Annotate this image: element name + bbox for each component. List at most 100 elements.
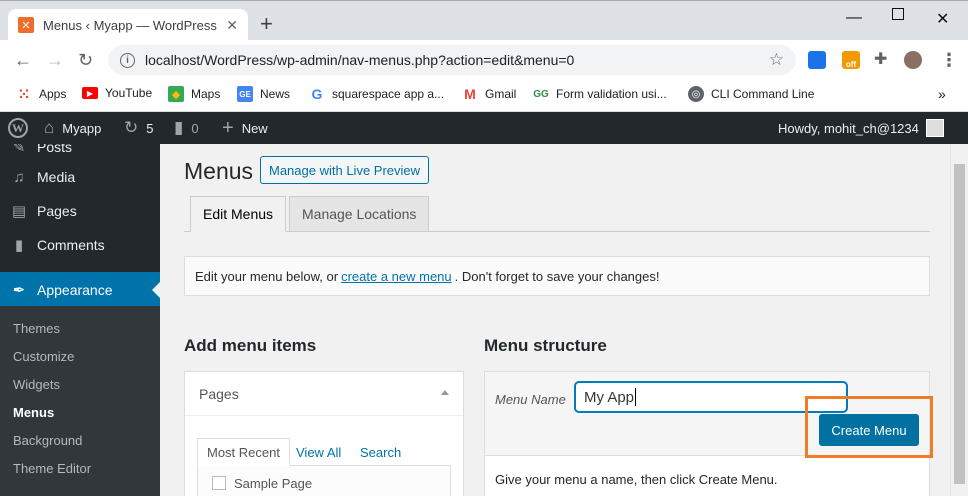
tab-close-icon[interactable]: ✕ (226, 17, 238, 34)
tab-title: Menus ‹ Myapp — WordPress (43, 17, 217, 33)
pages-accordion: Pages Most Recent View All Search Sample… (184, 371, 464, 496)
bookmark-gmail[interactable]: M Gmail (462, 86, 516, 102)
subtab-most-recent[interactable]: Most Recent (197, 438, 290, 466)
chrome-menu-icon[interactable]: ⋮ (940, 50, 958, 70)
comment-bubble-icon: ▮ (174, 118, 184, 137)
new-content-link[interactable]: + New (222, 112, 268, 144)
bookmark-star-icon[interactable]: ☆ (769, 50, 784, 70)
browser-tab-bar: ✕ Menus ‹ Myapp — WordPress ✕ + — ✕ (0, 0, 968, 41)
bookmark-label: Gmail (485, 87, 517, 101)
wp-logo-icon[interactable]: W (8, 112, 28, 144)
subtab-view-all[interactable]: View All (287, 438, 350, 466)
bookmark-label: CLI Command Line (711, 87, 815, 101)
sidebar-item-label: Pages (37, 203, 77, 219)
maximize-icon[interactable] (892, 8, 904, 20)
browser-toolbar: ← → ↻ i localhost/WordPress/wp-admin/nav… (0, 40, 968, 80)
my-account-link[interactable]: Howdy, mohit_ch@1234 (778, 112, 944, 144)
page-item-label: Sample Page (234, 476, 313, 491)
gmail-icon: M (464, 86, 476, 102)
apps-grid-icon: ⁙ (18, 85, 30, 102)
sidebar-item-label: Media (37, 169, 76, 185)
bookmark-label: squarespace app a... (332, 87, 445, 101)
pages-icon: ▤ (11, 203, 27, 220)
back-icon[interactable]: ← (14, 50, 32, 70)
collapse-arrow-icon (441, 390, 449, 395)
subtab-search[interactable]: Search (351, 438, 410, 466)
updates-link[interactable]: ↻ 5 (124, 112, 153, 144)
pages-list: Sample Page (197, 466, 451, 496)
reload-icon[interactable]: ↻ (78, 50, 93, 70)
menu-edit-panel: Menu Name My App Create Menu Give your m… (484, 371, 933, 496)
address-bar[interactable]: i localhost/WordPress/wp-admin/nav-menus… (108, 45, 796, 75)
submenu-widgets[interactable]: Widgets (13, 377, 60, 392)
submenu-menus[interactable]: Menus (13, 405, 54, 420)
pages-subtabs: Most Recent View All Search (197, 438, 451, 466)
more-bookmarks-icon[interactable]: » (938, 86, 946, 102)
add-menu-items-heading: Add menu items (184, 336, 317, 355)
tab-manage-locations[interactable]: Manage Locations (289, 196, 430, 232)
bookmark-form-validation[interactable]: GG Form validation usi... (533, 86, 667, 102)
profile-avatar[interactable] (904, 51, 922, 69)
bookmark-maps[interactable]: ◆ Maps (168, 86, 220, 102)
pages-accordion-title: Pages (199, 385, 239, 402)
minimize-icon[interactable]: — (846, 9, 862, 27)
menu-structure-heading: Menu structure (484, 336, 607, 355)
site-name-text: Myapp (62, 120, 102, 136)
maps-icon: ◆ (168, 86, 184, 102)
submenu-background[interactable]: Background (13, 433, 82, 448)
user-avatar (925, 119, 944, 137)
bookmark-news[interactable]: GE News (237, 86, 290, 102)
comments-count: 0 (191, 120, 199, 136)
page-checkbox[interactable] (212, 476, 226, 490)
bookmark-youtube[interactable]: ▶ YouTube (82, 86, 152, 100)
xampp-icon: ✕ (18, 17, 34, 33)
pages-accordion-header[interactable]: Pages (185, 372, 463, 416)
plus-icon: + (222, 116, 234, 139)
sidebar-item-media[interactable]: ♫ Media (0, 160, 160, 194)
extensions-puzzle-icon[interactable]: ✚ (874, 51, 892, 69)
bookmark-apps[interactable]: ⁙ Apps (16, 86, 66, 102)
coupon-extension-icon[interactable]: off (842, 51, 860, 69)
bookmark-label: YouTube (105, 86, 153, 100)
news-icon: GE (237, 86, 253, 102)
globe-icon: ◎ (688, 86, 704, 102)
main-content: Menus Manage with Live Preview Edit Menu… (160, 144, 950, 496)
bookmark-cli[interactable]: ◎ CLI Command Line (688, 86, 814, 102)
text-caret (635, 388, 637, 406)
new-label: New (241, 120, 268, 136)
submenu-customize[interactable]: Customize (13, 349, 74, 364)
geeksforgeeks-icon: GG (533, 88, 549, 100)
url-text: localhost/WordPress/wp-admin/nav-menus.p… (145, 52, 575, 68)
tab-edit-menus[interactable]: Edit Menus (190, 196, 287, 232)
highlight-box (805, 396, 933, 458)
sidebar-item-comments[interactable]: ▮ Comments (0, 228, 160, 262)
submenu-themes[interactable]: Themes (13, 321, 60, 336)
site-info-icon[interactable]: i (120, 52, 135, 68)
submenu-theme-editor[interactable]: Theme Editor (13, 461, 91, 476)
notice-text-after: . Don't forget to save your changes! (454, 268, 660, 284)
menu-name-value: My App (584, 388, 635, 406)
current-menu-arrow (152, 282, 160, 298)
manage-menus-notice: Edit your menu below, or create a new me… (184, 256, 930, 296)
scrollbar-thumb[interactable] (954, 164, 965, 484)
bookmark-label: News (260, 87, 291, 101)
updates-count: 5 (146, 120, 154, 136)
sidebar-item-appearance[interactable]: ✒ Appearance (0, 272, 160, 308)
browser-tab[interactable]: ✕ Menus ‹ Myapp — WordPress ✕ (8, 9, 248, 41)
bookmark-squarespace[interactable]: G squarespace app a... (309, 86, 445, 102)
extension-badge-icon[interactable] (808, 51, 826, 69)
sidebar-item-label: Comments (37, 237, 105, 253)
forward-icon[interactable]: → (46, 50, 64, 70)
live-preview-button[interactable]: Manage with Live Preview (260, 156, 430, 184)
sidebar-item-pages[interactable]: ▤ Pages (0, 194, 160, 228)
site-name-link[interactable]: ⌂ Myapp (44, 112, 101, 144)
comments-link[interactable]: ▮ 0 (174, 112, 199, 144)
sidebar-item-label: Posts (37, 144, 73, 155)
create-new-menu-link[interactable]: create a new menu (341, 269, 452, 284)
admin-side-menu: ✎ Posts ♫ Media ▤ Pages ▮ Comments ✒ App… (0, 144, 160, 496)
page-scrollbar[interactable] (950, 144, 968, 496)
comments-icon: ▮ (14, 237, 24, 254)
brush-icon: ✒ (12, 282, 26, 299)
new-tab-icon[interactable]: + (260, 13, 273, 35)
close-window-icon[interactable]: ✕ (936, 9, 949, 29)
